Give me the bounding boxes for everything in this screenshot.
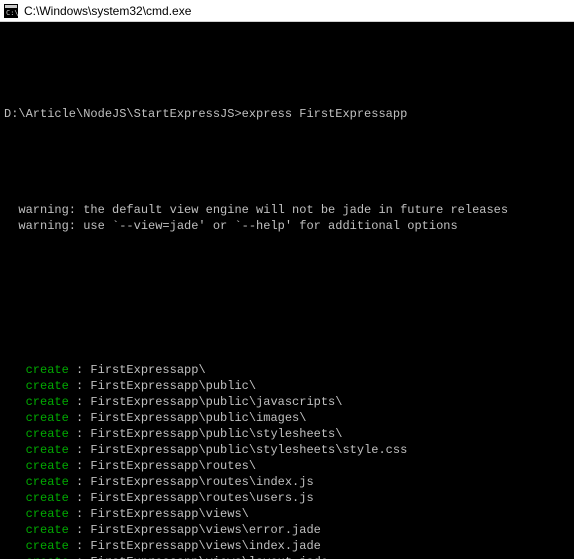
create-path: FirstExpressapp\public\stylesheets\style… bbox=[90, 443, 407, 457]
create-line: create : FirstExpressapp\public\javascri… bbox=[0, 394, 574, 410]
create-keyword: create bbox=[4, 379, 69, 393]
create-keyword: create bbox=[4, 411, 69, 425]
create-line: create : FirstExpressapp\views\layout.ja… bbox=[0, 554, 574, 559]
create-separator: : bbox=[69, 507, 91, 521]
create-line: create : FirstExpressapp\ bbox=[0, 362, 574, 378]
create-keyword: create bbox=[4, 443, 69, 457]
create-keyword: create bbox=[4, 363, 69, 377]
window-title: C:\Windows\system32\cmd.exe bbox=[24, 4, 191, 18]
create-keyword: create bbox=[4, 427, 69, 441]
create-keyword: create bbox=[4, 395, 69, 409]
create-path: FirstExpressapp\public\images\ bbox=[90, 411, 306, 425]
create-path: FirstExpressapp\routes\ bbox=[90, 459, 256, 473]
create-path: FirstExpressapp\views\error.jade bbox=[90, 523, 320, 537]
create-line: create : FirstExpressapp\routes\users.js bbox=[0, 490, 574, 506]
create-separator: : bbox=[69, 539, 91, 553]
create-keyword: create bbox=[4, 523, 69, 537]
terminal-output[interactable]: D:\Article\NodeJS\StartExpressJS>express… bbox=[0, 22, 574, 559]
create-separator: : bbox=[69, 523, 91, 537]
create-path: FirstExpressapp\routes\users.js bbox=[90, 491, 313, 505]
command-prompt-line: D:\Article\NodeJS\StartExpressJS>express… bbox=[0, 106, 574, 122]
create-separator: : bbox=[69, 475, 91, 489]
create-path: FirstExpressapp\views\ bbox=[90, 507, 248, 521]
warning-line: warning: use `--view=jade' or `--help' f… bbox=[0, 218, 574, 234]
warning-line: warning: the default view engine will no… bbox=[0, 202, 574, 218]
create-keyword: create bbox=[4, 539, 69, 553]
svg-text:C:\: C:\ bbox=[6, 9, 18, 17]
create-line: create : FirstExpressapp\public\styleshe… bbox=[0, 426, 574, 442]
create-line: create : FirstExpressapp\views\ bbox=[0, 506, 574, 522]
create-path: FirstExpressapp\views\index.jade bbox=[90, 539, 320, 553]
create-separator: : bbox=[69, 427, 91, 441]
create-path: FirstExpressapp\routes\index.js bbox=[90, 475, 313, 489]
create-keyword: create bbox=[4, 507, 69, 521]
create-separator: : bbox=[69, 411, 91, 425]
create-keyword: create bbox=[4, 555, 69, 559]
create-line: create : FirstExpressapp\views\index.jad… bbox=[0, 538, 574, 554]
create-path: FirstExpressapp\public\ bbox=[90, 379, 256, 393]
create-path: FirstExpressapp\ bbox=[90, 363, 205, 377]
create-path: FirstExpressapp\public\javascripts\ bbox=[90, 395, 342, 409]
create-separator: : bbox=[69, 379, 91, 393]
create-separator: : bbox=[69, 363, 91, 377]
create-keyword: create bbox=[4, 475, 69, 489]
create-line: create : FirstExpressapp\routes\ bbox=[0, 458, 574, 474]
create-line: create : FirstExpressapp\views\error.jad… bbox=[0, 522, 574, 538]
create-path: FirstExpressapp\views\layout.jade bbox=[90, 555, 328, 559]
create-line: create : FirstExpressapp\public\images\ bbox=[0, 410, 574, 426]
create-separator: : bbox=[69, 491, 91, 505]
create-line: create : FirstExpressapp\routes\index.js bbox=[0, 474, 574, 490]
cmd-icon: C:\ bbox=[4, 4, 18, 18]
create-path: FirstExpressapp\public\stylesheets\ bbox=[90, 427, 342, 441]
create-separator: : bbox=[69, 555, 91, 559]
window-titlebar[interactable]: C:\ C:\Windows\system32\cmd.exe bbox=[0, 0, 574, 22]
create-line: create : FirstExpressapp\public\ bbox=[0, 378, 574, 394]
create-separator: : bbox=[69, 395, 91, 409]
create-keyword: create bbox=[4, 491, 69, 505]
create-separator: : bbox=[69, 443, 91, 457]
create-separator: : bbox=[69, 459, 91, 473]
create-keyword: create bbox=[4, 459, 69, 473]
create-line: create : FirstExpressapp\public\styleshe… bbox=[0, 442, 574, 458]
